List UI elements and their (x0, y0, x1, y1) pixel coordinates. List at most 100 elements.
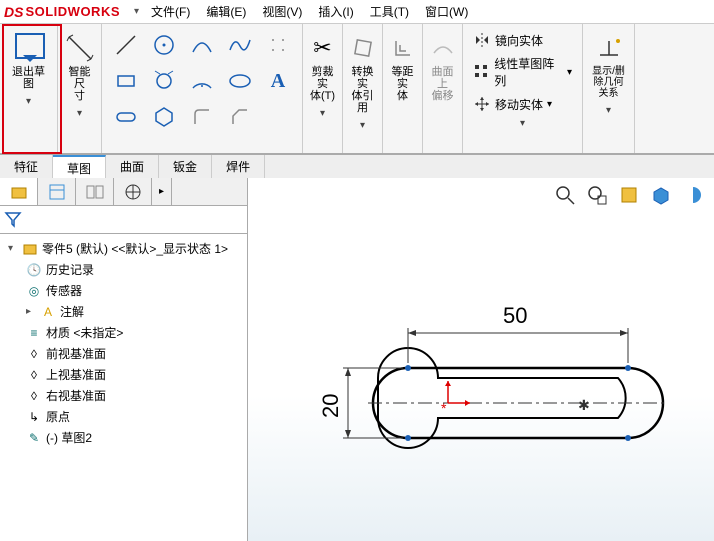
menu-file[interactable]: 文件(F) (143, 1, 198, 22)
slot-tool[interactable] (108, 100, 144, 134)
dim-width[interactable]: 50 (503, 303, 527, 328)
trim-button[interactable]: ✂ 剪裁实 体(T) (305, 28, 341, 106)
point-tool[interactable] (260, 28, 296, 62)
surface-offset-button: 曲面上 偏移 (425, 28, 461, 106)
trim-group: ✂ 剪裁实 体(T) ▾ (303, 24, 343, 153)
sketch-drawing: * ✱ 50 20 (278, 258, 698, 478)
expand-icon[interactable]: ▸ (26, 306, 36, 317)
plane-icon: ◊ (26, 388, 42, 404)
tree-origin[interactable]: ↳ 原点 (2, 406, 245, 427)
trim-label: 剪裁实 体(T) (307, 66, 339, 102)
convert-icon (347, 32, 379, 64)
filter-icon[interactable] (4, 210, 22, 228)
origin-icon: ↳ (26, 409, 42, 425)
menu-tools[interactable]: 工具(T) (362, 1, 417, 22)
tree-part-root[interactable]: ▾ 零件5 (默认) <<默认>_显示状态 1> (2, 238, 245, 259)
fillet-tool[interactable] (184, 100, 220, 134)
graphics-viewport[interactable]: * ✱ 50 20 (248, 178, 714, 541)
feature-manager-tab[interactable] (0, 178, 38, 205)
config-manager-tab[interactable] (76, 178, 114, 205)
history-label: 历史记录 (46, 261, 94, 278)
tab-features[interactable]: 特征 (0, 155, 53, 178)
trim-dropdown[interactable]: ▾ (309, 106, 336, 120)
dimxpert-tab[interactable] (114, 178, 152, 205)
ellipse-tool[interactable] (222, 64, 258, 98)
perimeter-circle-tool[interactable] (146, 64, 182, 98)
mirror-button[interactable]: 镜向实体 (469, 28, 547, 52)
linear-pattern-label: 线性草图阵列 (494, 55, 563, 89)
top-plane-label: 上视基准面 (46, 366, 106, 383)
tree-history[interactable]: 🕓 历史记录 (2, 259, 245, 280)
menu-view[interactable]: 视图(V) (254, 1, 310, 22)
tab-weldment[interactable]: 焊件 (212, 155, 265, 178)
tree-material[interactable]: ≡ 材质 <未指定> (2, 322, 245, 343)
rect-tool[interactable] (108, 64, 144, 98)
dim-height[interactable]: 20 (318, 394, 343, 418)
display-delete-button[interactable]: 显示/删 除几何 关系 (590, 28, 627, 103)
property-manager-tab[interactable] (38, 178, 76, 205)
tab-surface[interactable]: 曲面 (106, 155, 159, 178)
exit-sketch-dropdown[interactable]: ▾ (6, 94, 51, 108)
tangent-arc-tool[interactable] (184, 64, 220, 98)
tree-sensors[interactable]: ◎ 传感器 (2, 280, 245, 301)
right-plane-label: 右视基准面 (46, 387, 106, 404)
smart-dim-button[interactable]: 智能尺 寸 (62, 28, 98, 106)
tab-sheetmetal[interactable]: 钣金 (159, 155, 212, 178)
polygon-tool[interactable] (146, 100, 182, 134)
tree-right-plane[interactable]: ◊ 右视基准面 (2, 385, 245, 406)
feature-tree: ▾ 零件5 (默认) <<默认>_显示状态 1> 🕓 历史记录 ◎ 传感器 ▸ … (0, 234, 247, 541)
surface-offset-icon (427, 32, 459, 64)
svg-text:✱: ✱ (578, 397, 590, 413)
offset-button[interactable]: 等距实 体 (385, 28, 421, 106)
chamfer-tool[interactable] (222, 100, 258, 134)
scissors-icon: ✂ (307, 32, 339, 64)
exit-sketch-label: 退出草 图 (12, 66, 45, 90)
tree-annotations[interactable]: ▸ A 注解 (2, 301, 245, 322)
logo-text: SOLIDWORKS (25, 4, 120, 19)
circle-tool[interactable] (146, 28, 182, 62)
menu-insert[interactable]: 插入(I) (310, 1, 361, 22)
annotations-icon: A (40, 304, 56, 320)
part-name: 零件5 (默认) <<默认>_显示状态 1> (42, 240, 228, 257)
menu-window[interactable]: 窗口(W) (417, 1, 476, 22)
offset-group: 等距实 体 (383, 24, 423, 153)
ribbon-toolbar: 退出草 图 ▾ 智能尺 寸 ▾ A (0, 24, 714, 154)
section-view-button[interactable] (680, 182, 706, 208)
display-delete-dropdown[interactable]: ▾ (589, 103, 628, 117)
sensors-label: 传感器 (46, 282, 82, 299)
zoom-fit-button[interactable] (552, 182, 578, 208)
convert-dropdown[interactable]: ▾ (349, 118, 376, 132)
convert-label: 转换实 体引用 (347, 66, 379, 114)
lower-area: ▸ ▾ 零件5 (默认) <<默认>_显示状态 1> 🕓 历史记录 ◎ 传感器 … (0, 178, 714, 541)
spline-tool[interactable] (222, 28, 258, 62)
perpendicular-icon (593, 32, 625, 64)
menu-dropdown-icon[interactable]: ▾ (130, 6, 143, 17)
surface-offset-group: 曲面上 偏移 (423, 24, 463, 153)
sensors-icon: ◎ (26, 283, 42, 299)
tree-front-plane[interactable]: ◊ 前视基准面 (2, 343, 245, 364)
view-orientation-button[interactable] (616, 182, 642, 208)
convert-button[interactable]: 转换实 体引用 (345, 28, 381, 118)
text-tool[interactable]: A (260, 64, 296, 98)
material-icon: ≡ (26, 325, 42, 341)
line-tool[interactable] (108, 28, 144, 62)
svg-text:*: * (441, 400, 447, 416)
surface-offset-label: 曲面上 偏移 (427, 66, 459, 102)
exit-sketch-button[interactable]: 退出草 图 (10, 28, 47, 94)
move-button[interactable]: 移动实体 ▾ (469, 92, 556, 116)
front-plane-label: 前视基准面 (46, 345, 106, 362)
tree-top-plane[interactable]: ◊ 上视基准面 (2, 364, 245, 385)
display-style-button[interactable] (648, 182, 674, 208)
collapse-icon[interactable]: ▾ (8, 243, 18, 254)
plane-icon: ◊ (26, 367, 42, 383)
linear-pattern-button[interactable]: 线性草图阵列 ▾ (469, 52, 576, 92)
mirror-label: 镜向实体 (495, 32, 543, 49)
menu-edit[interactable]: 编辑(E) (198, 1, 254, 22)
panel-tab-more[interactable]: ▸ (152, 178, 172, 205)
zoom-area-button[interactable] (584, 182, 610, 208)
arc-tool[interactable] (184, 28, 220, 62)
transform-dropdown[interactable]: ▾ (469, 116, 576, 130)
tree-sketch2[interactable]: ✎ (-) 草图2 (2, 427, 245, 448)
smart-dim-dropdown[interactable]: ▾ (64, 106, 95, 120)
tab-sketch[interactable]: 草图 (53, 155, 106, 178)
